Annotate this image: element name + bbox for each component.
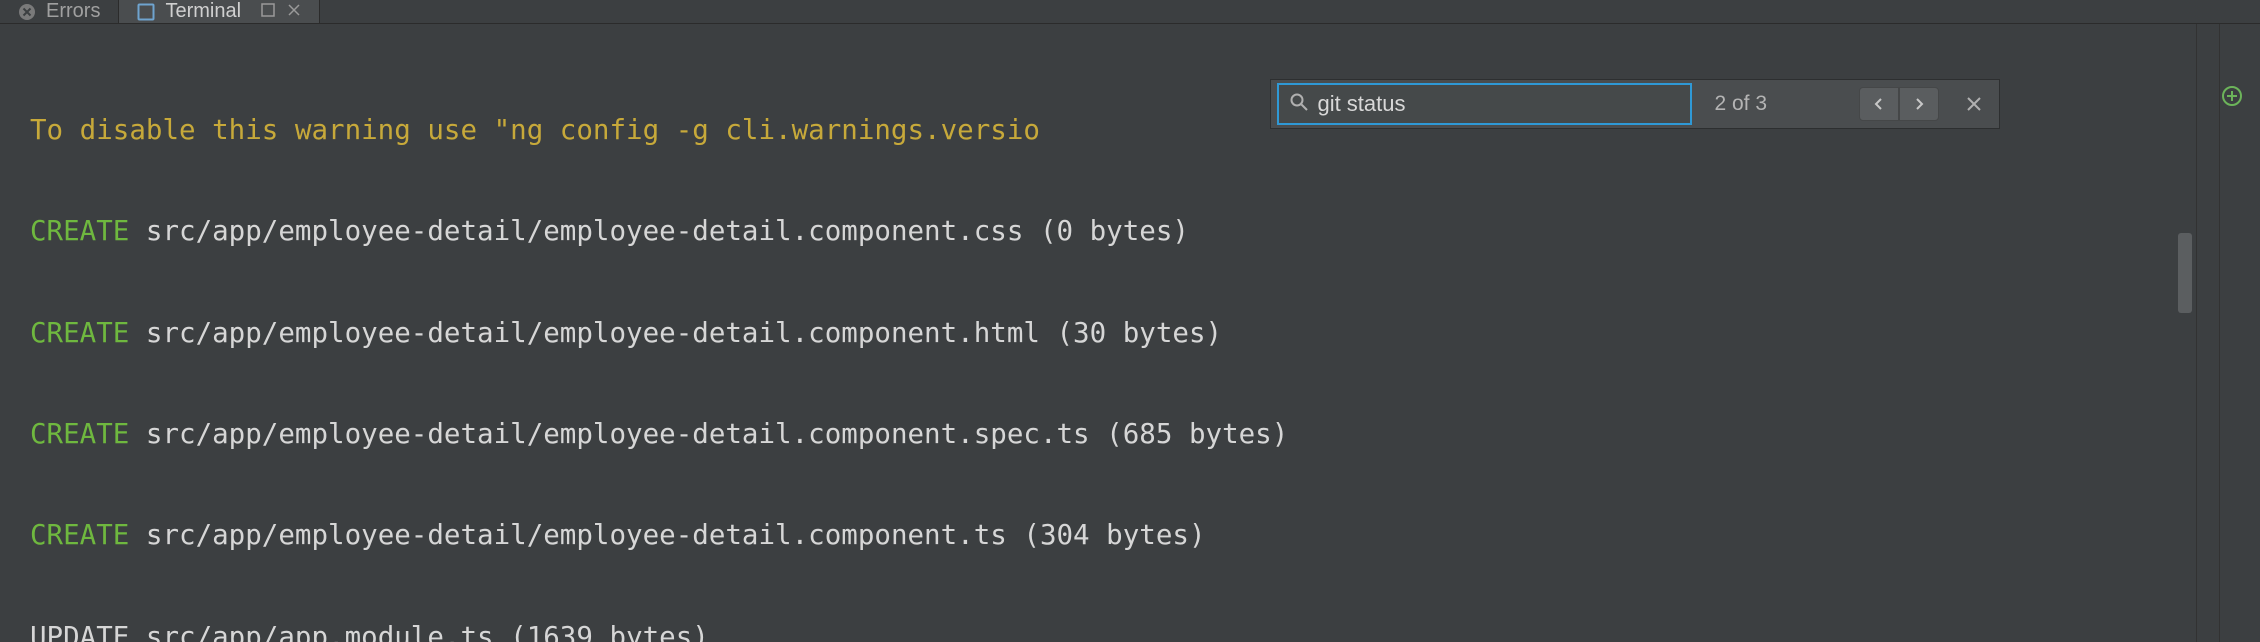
tab-errors[interactable]: Errors xyxy=(0,0,119,23)
create-path: src/app/employee-detail/employee-detail.… xyxy=(129,317,1222,349)
chevron-right-icon xyxy=(1912,97,1926,111)
tab-window-controls xyxy=(251,0,301,23)
ide-panel: Errors Terminal To disable this warning … xyxy=(0,0,2260,642)
tab-label: Errors xyxy=(46,0,100,23)
chevron-left-icon xyxy=(1872,97,1886,111)
create-word: CREATE xyxy=(30,418,129,450)
close-icon[interactable] xyxy=(287,0,301,23)
create-path: src/app/employee-detail/employee-detail.… xyxy=(129,215,1189,247)
create-path: src/app/employee-detail/employee-detail.… xyxy=(129,418,1288,450)
add-button[interactable] xyxy=(2218,82,2246,110)
plus-icon xyxy=(2221,85,2243,107)
update-word: UPDATE xyxy=(30,621,129,642)
warning-line: To disable this warning use "ng config -… xyxy=(30,114,1040,146)
find-bar: 2 of 3 xyxy=(1270,79,2000,129)
tab-label: Terminal xyxy=(165,0,241,23)
terminal-icon xyxy=(137,3,155,21)
scrollbar-thumb[interactable] xyxy=(2178,233,2192,313)
find-close-button[interactable] xyxy=(1959,89,1989,119)
tab-bar: Errors Terminal xyxy=(0,0,2260,24)
main-area: To disable this warning use "ng config -… xyxy=(0,24,2260,642)
find-input[interactable] xyxy=(1317,91,1680,117)
gutter-divider xyxy=(2219,24,2220,642)
search-icon xyxy=(1289,92,1309,117)
right-gutter xyxy=(2196,24,2260,642)
tab-terminal[interactable]: Terminal xyxy=(119,0,320,23)
find-count: 2 of 3 xyxy=(1704,92,1777,116)
find-nav xyxy=(1859,87,1939,121)
update-path: src/app/app.module.ts (1639 bytes) xyxy=(129,621,708,642)
find-input-wrap[interactable] xyxy=(1277,83,1692,125)
create-word: CREATE xyxy=(30,317,129,349)
close-icon xyxy=(1966,96,1982,112)
create-word: CREATE xyxy=(30,519,129,551)
window-restore-icon[interactable] xyxy=(261,0,275,23)
find-prev-button[interactable] xyxy=(1859,87,1899,121)
create-path: src/app/employee-detail/employee-detail.… xyxy=(129,519,1205,551)
scrollbar-track[interactable] xyxy=(2174,68,2196,642)
create-word: CREATE xyxy=(30,215,129,247)
find-next-button[interactable] xyxy=(1899,87,1939,121)
error-icon xyxy=(18,3,36,21)
